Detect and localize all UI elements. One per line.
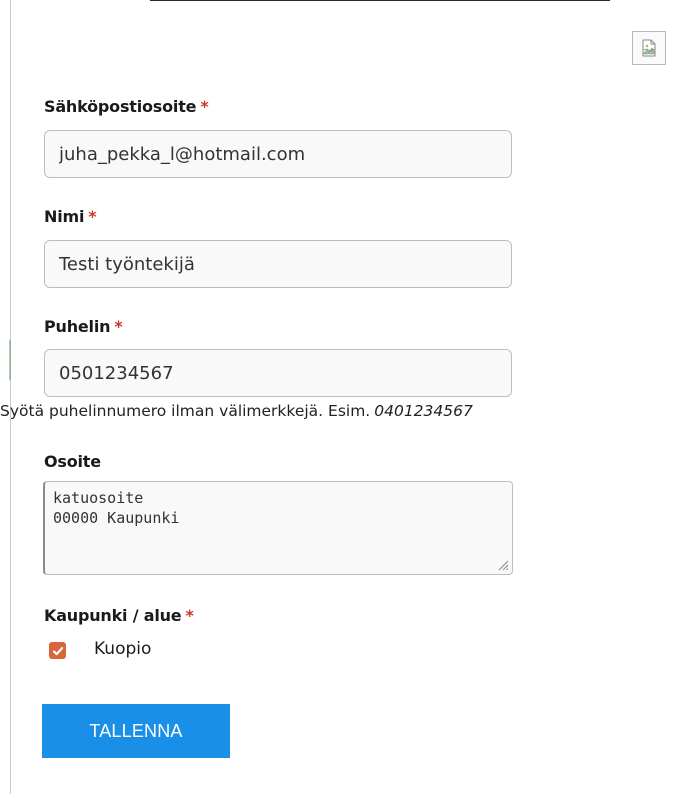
name-label: Nimi * xyxy=(44,207,97,226)
save-button[interactable]: TALLENNA xyxy=(42,704,230,758)
required-mark: * xyxy=(114,317,123,336)
required-mark: * xyxy=(88,207,97,226)
phone-label-text: Puhelin xyxy=(44,317,111,336)
required-mark: * xyxy=(200,97,209,116)
checkmark-icon xyxy=(52,646,63,655)
name-label-text: Nimi xyxy=(44,207,85,226)
address-textarea[interactable] xyxy=(43,481,513,575)
resize-grip-icon[interactable] xyxy=(497,559,509,571)
address-label: Osoite xyxy=(44,452,101,471)
email-label: Sähköpostiosoite * xyxy=(44,97,209,116)
frame-left-border xyxy=(9,0,11,794)
broken-image-icon xyxy=(632,31,666,65)
phone-help-main: Syötä puhelinnumero ilman välimerkkejä. … xyxy=(0,402,371,420)
name-field[interactable] xyxy=(44,240,512,288)
required-mark: * xyxy=(185,606,194,625)
city-option-label[interactable]: Kuopio xyxy=(94,639,151,659)
city-checkbox-kuopio[interactable] xyxy=(49,642,66,659)
phone-help-example: 0401234567 xyxy=(374,402,473,420)
frame-top-border xyxy=(150,0,610,1)
phone-label: Puhelin * xyxy=(44,317,123,336)
address-label-text: Osoite xyxy=(44,452,101,471)
email-label-text: Sähköpostiosoite xyxy=(44,97,197,116)
city-label-text: Kaupunki / alue xyxy=(44,606,182,625)
phone-help-text: Syötä puhelinnumero ilman välimerkkejä. … xyxy=(0,402,473,420)
phone-field[interactable] xyxy=(44,349,512,397)
email-field[interactable] xyxy=(44,130,512,178)
city-label: Kaupunki / alue * xyxy=(44,606,194,625)
